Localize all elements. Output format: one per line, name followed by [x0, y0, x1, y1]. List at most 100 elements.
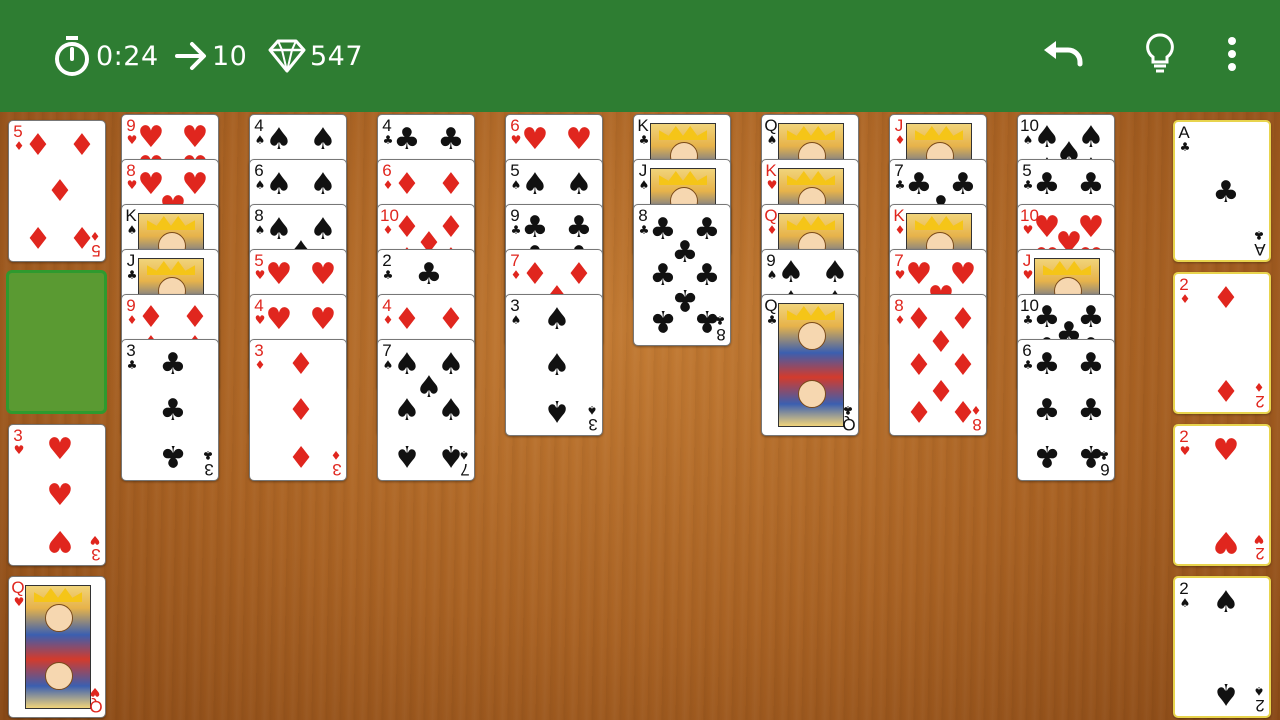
playing-card[interactable]: 3 ♠ ♠ ♠ ♠ 3 ♠ [505, 294, 603, 436]
card-rank-bottom: 3 [588, 415, 598, 434]
suit-pip-icon: ♣ [393, 122, 421, 157]
suit-pip-icon: ♠ [1212, 585, 1240, 620]
suit-pip-icon: ♣ [1077, 393, 1105, 428]
portrait-head [798, 322, 826, 350]
card-rank: K [637, 116, 649, 135]
suit-icon: ♠ [458, 448, 470, 462]
card-rank: 3 [13, 426, 23, 445]
card-rank: 2 [1179, 275, 1189, 294]
playing-card[interactable]: 2 ♥ ♥ ♥ 2 ♥ [1173, 424, 1271, 566]
suit-pip-icon: ♣ [565, 210, 593, 245]
suit-icon: ♥ [13, 443, 25, 457]
card-rank: 3 [510, 296, 520, 315]
crown-icon [659, 126, 707, 140]
suit-pip-icon: ♦ [24, 219, 52, 254]
crown-icon [787, 216, 835, 230]
suit-pip-icon: ♦ [24, 128, 52, 163]
suit-icon: ♣ [714, 313, 726, 327]
card-rank: 2 [1179, 427, 1189, 446]
suit-pip-icon: ♣ [521, 210, 549, 245]
playing-card[interactable]: 3 ♦ ♦ ♦ ♦ 3 ♦ [249, 339, 347, 481]
playing-card[interactable]: A ♣ ♣ A ♣ [1173, 120, 1271, 262]
crown-icon [787, 306, 835, 320]
card-rank-bottom: Q [842, 415, 856, 434]
suit-pip-icon: ♦ [393, 302, 421, 337]
suit-pip-icon: ♥ [265, 302, 293, 337]
suit-pip-icon: ♦ [437, 167, 465, 202]
suit-icon: ♣ [382, 268, 394, 282]
suit-icon: ♦ [970, 403, 982, 417]
suit-pip-icon: ♠ [1212, 676, 1240, 711]
playing-card[interactable]: 6 ♣ ♣ ♣ ♣ ♣ ♣ ♣ 6 ♣ [1017, 339, 1115, 481]
hint-button[interactable] [1134, 30, 1186, 82]
suit-icon: ♠ [126, 223, 138, 237]
suit-pip-icon: ♠ [265, 122, 293, 157]
free-cell-empty[interactable] [6, 270, 107, 414]
playing-card[interactable]: 3 ♥ ♥ ♥ ♥ 3 ♥ [8, 424, 106, 566]
playing-card[interactable]: Q ♥ Q ♥ [8, 576, 106, 718]
stopwatch-icon [52, 34, 92, 78]
suit-pip-icon: ♦ [393, 167, 421, 202]
suit-icon: ♦ [89, 229, 101, 243]
top-bar: 0:24 10 547 [0, 0, 1280, 112]
suit-pip-icon: ♦ [68, 128, 96, 163]
suit-icon: ♠ [638, 178, 650, 192]
suit-pip-icon: ♠ [543, 393, 571, 428]
timer-display: 0:24 [52, 36, 159, 76]
score-value: 547 [310, 40, 364, 72]
arrow-right-icon [174, 39, 208, 73]
suit-pip-icon: ♥ [1212, 524, 1240, 559]
card-rank: 3 [126, 341, 136, 360]
suit-pip-icon: ♥ [521, 122, 549, 157]
suit-pip-icon: ♣ [1033, 347, 1061, 382]
undo-button[interactable] [1038, 30, 1090, 82]
score-display: 547 [268, 36, 363, 76]
suit-pip-icon: ♥ [309, 302, 337, 337]
playing-card[interactable]: 3 ♣ ♣ ♣ ♣ 3 ♣ [121, 339, 219, 481]
suit-pip-icon: ♣ [1033, 167, 1061, 202]
suit-pip-icon: ♥ [137, 120, 165, 155]
playing-card[interactable]: 7 ♠ ♠ ♠ ♠ ♠ ♠ ♠ ♠ 7 ♠ [377, 339, 475, 481]
suit-pip-icon: ♣ [159, 438, 187, 473]
suit-pip-icon: ♦ [46, 174, 74, 209]
suit-icon: ♠ [1253, 684, 1265, 698]
suit-pip-icon: ♠ [309, 122, 337, 157]
suit-pip-icon: ♦ [181, 300, 209, 335]
card-rank: J [894, 116, 904, 135]
playing-card[interactable]: 2 ♠ ♠ ♠ 2 ♠ [1173, 576, 1271, 718]
suit-pip-icon: ♠ [543, 348, 571, 383]
suit-pip-icon: ♣ [437, 122, 465, 157]
lightbulb-icon [1144, 32, 1176, 80]
playing-card[interactable]: 2 ♦ ♦ ♦ 2 ♦ [1173, 272, 1271, 414]
suit-icon: ♣ [1253, 228, 1265, 242]
suit-pip-icon: ♣ [1212, 175, 1240, 210]
playing-card[interactable]: 8 ♦ ♦ ♦ ♦ ♦ ♦ ♦ ♦ ♦ 8 ♦ [889, 294, 987, 436]
suit-pip-icon: ♣ [415, 257, 443, 292]
card-rank: 3 [254, 341, 264, 360]
suit-pip-icon: ♦ [437, 302, 465, 337]
suit-icon: ♣ [842, 403, 854, 417]
playing-card[interactable]: Q ♣ Q ♣ [761, 294, 859, 436]
court-portrait-icon [25, 585, 91, 709]
suit-icon: ♦ [894, 133, 906, 147]
card-rank-bottom: 3 [332, 460, 342, 479]
suit-icon: ♣ [766, 313, 778, 327]
portrait-head [798, 380, 826, 408]
card-rank-bottom: 5 [91, 241, 101, 260]
playing-card[interactable]: 5 ♦ ♦ ♦ ♦ ♦ ♦ 5 ♦ [8, 120, 106, 262]
suit-pip-icon: ♠ [437, 393, 465, 428]
suit-icon: ♥ [1253, 532, 1265, 546]
suit-icon: ♥ [13, 595, 25, 609]
suit-pip-icon: ♥ [46, 432, 74, 467]
card-rank: Q [764, 206, 778, 225]
playing-card[interactable]: 8 ♣ ♣ ♣ ♣ ♣ ♣ ♣ ♣ ♣ 8 ♣ [633, 204, 731, 346]
card-rank: A [1178, 123, 1190, 142]
suit-pip-icon: ♠ [821, 255, 849, 290]
suit-pip-icon: ♠ [777, 255, 805, 290]
menu-button[interactable] [1206, 30, 1258, 82]
card-rank-bottom: 2 [1255, 392, 1265, 411]
suit-icon: ♦ [766, 223, 778, 237]
suit-pip-icon: ♥ [565, 122, 593, 157]
suit-icon: ♠ [766, 133, 778, 147]
card-rank-bottom: 7 [460, 460, 470, 479]
